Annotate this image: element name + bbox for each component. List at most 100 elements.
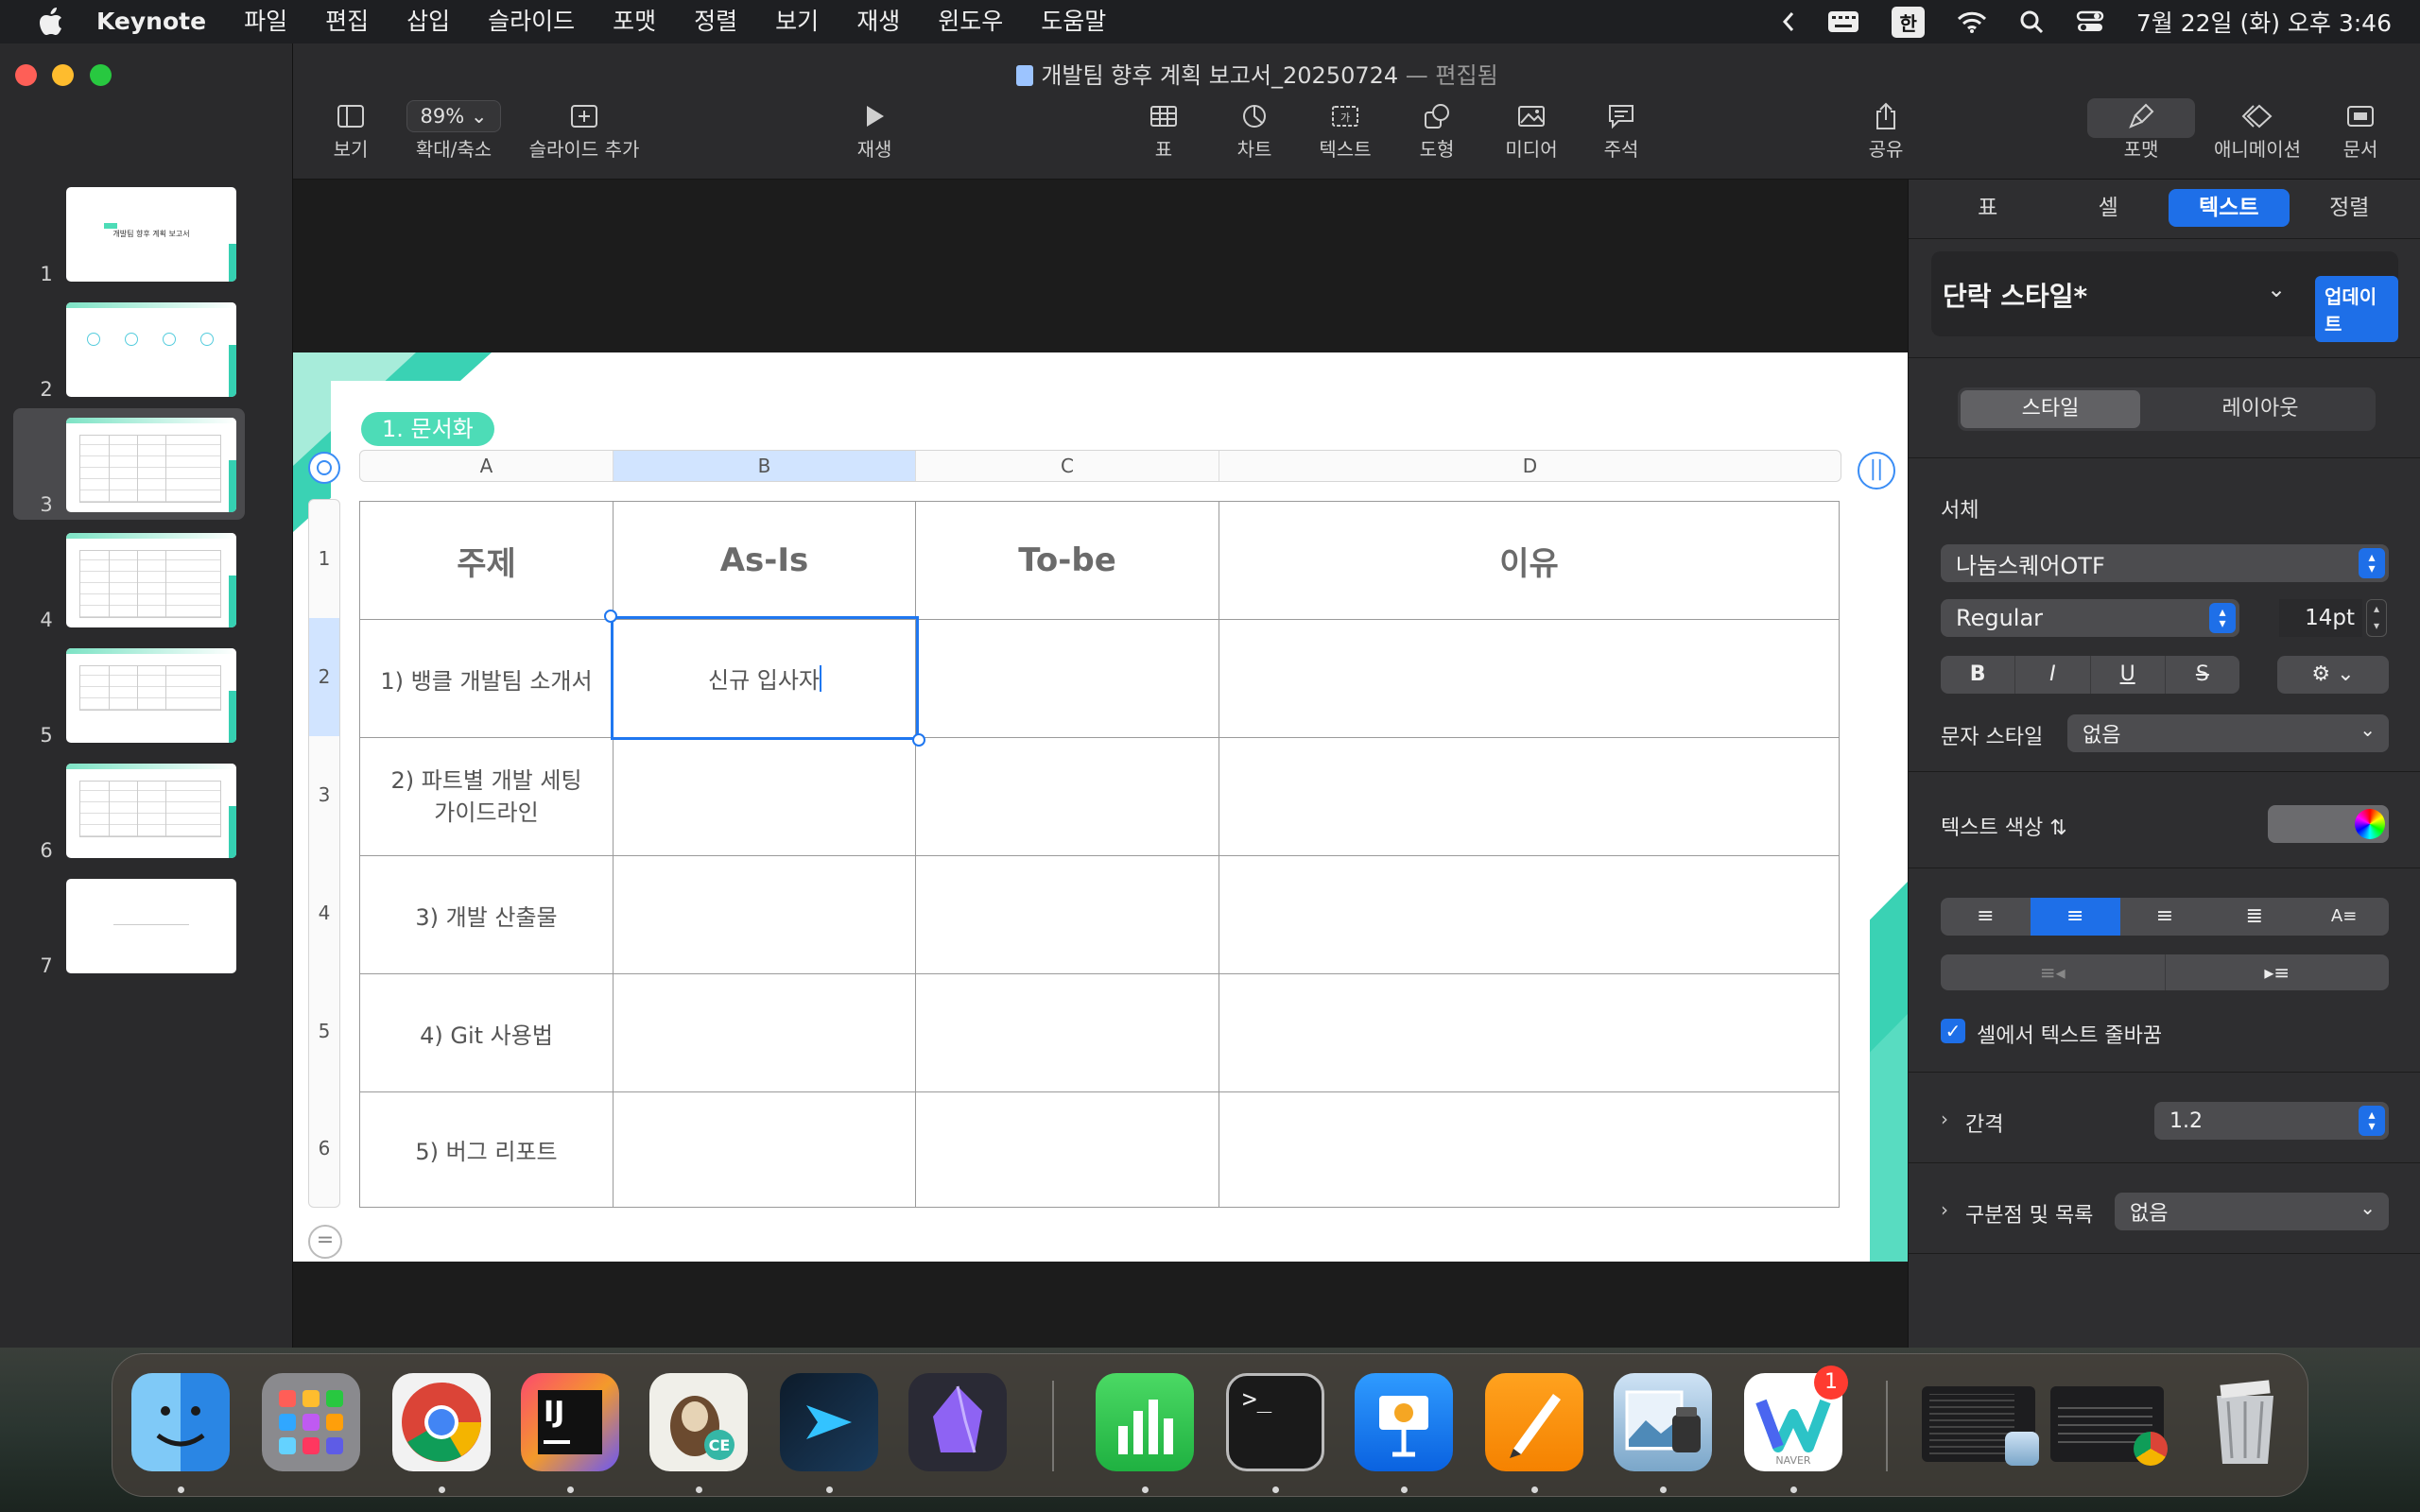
table-cell-a3[interactable]: 2) 파트별 개발 세팅 가이드라인 [360, 738, 613, 855]
xcode-cloud-icon[interactable] [780, 1373, 878, 1471]
menu-edit[interactable]: 편집 [306, 0, 388, 43]
terminal-icon[interactable]: >_ [1226, 1373, 1324, 1471]
header-cell-reason[interactable]: 이유 [1219, 502, 1839, 619]
slide-thumbnail-6[interactable]: 6 [13, 754, 245, 866]
bullets-label[interactable]: 구분점 및 목록 [1965, 1198, 2093, 1228]
italic-button[interactable]: I [2014, 656, 2089, 694]
align-left-icon[interactable]: ≡ [1941, 898, 2031, 936]
input-source-indicator[interactable]: 한 [1892, 6, 1925, 38]
numbers-icon[interactable] [1096, 1373, 1194, 1471]
tab-text[interactable]: 텍스트 [2169, 189, 2290, 227]
trash-icon[interactable] [2196, 1373, 2294, 1471]
chevron-right-icon[interactable]: › [1941, 1198, 1948, 1221]
chevron-left-icon[interactable] [1782, 10, 1795, 33]
column-header-a[interactable]: A [360, 451, 613, 481]
search-icon[interactable] [2019, 9, 2044, 34]
dbeaver-icon[interactable]: CE [649, 1373, 748, 1471]
control-center-icon[interactable] [2076, 9, 2104, 34]
naver-whale-icon[interactable]: NAVER 1 [1744, 1366, 1848, 1471]
menu-slide[interactable]: 슬라이드 [469, 0, 594, 43]
spacing-popup[interactable]: 1.2 ▴ ▾ [2154, 1102, 2389, 1140]
view-button[interactable]: 보기 [318, 98, 384, 166]
add-slide-button[interactable]: 슬라이드 추가 [518, 98, 650, 166]
zoom-button[interactable]: 89% ⌄ 확대/축소 [402, 98, 506, 166]
text-color-label[interactable]: 텍스트 색상 ⇅ [1941, 811, 2067, 841]
auto-align-icon[interactable]: A≡ [2299, 898, 2389, 936]
increase-indent-icon[interactable]: ▸≡ [2164, 954, 2390, 990]
wrap-text-checkbox[interactable]: ✓ [1941, 1019, 1965, 1043]
add-column-handle[interactable]: || [1858, 452, 1895, 490]
cell-text-b2[interactable]: 신규 입사자 [708, 662, 820, 695]
font-family-popup[interactable]: 나눔스퀘어OTF ▴ ▾ [1941, 544, 2389, 582]
pages-icon[interactable] [1485, 1373, 1583, 1471]
keyboard-icon[interactable] [1827, 10, 1859, 33]
table-cell-a4[interactable]: 3) 개발 산출물 [360, 856, 613, 973]
launchpad-icon[interactable] [262, 1373, 360, 1471]
table-cell-a5[interactable]: 4) Git 사용법 [360, 974, 613, 1091]
align-center-icon[interactable]: ≡ [2030, 898, 2120, 936]
comment-button[interactable]: 주석 [1588, 98, 1654, 166]
tab-table[interactable]: 표 [1927, 189, 2048, 227]
minimize-window-button[interactable] [52, 64, 74, 86]
menu-arrange[interactable]: 정렬 [675, 0, 756, 43]
menu-keynote[interactable]: Keynote [78, 0, 225, 43]
slide-thumbnail-1[interactable]: 1 개발팀 향후 계획 보고서 [13, 178, 245, 289]
table-select-handle[interactable] [308, 452, 340, 484]
character-style-popup[interactable]: 없음 ⌄ [2067, 714, 2389, 752]
row-header-1[interactable]: 1 [309, 500, 339, 618]
table-cell-a2[interactable]: 1) 뱅클 개발팀 소개서 [360, 620, 613, 737]
row-header-6[interactable]: 6 [309, 1091, 339, 1207]
animate-button[interactable]: 애니메이션 [2201, 98, 2314, 166]
menu-help[interactable]: 도움말 [1022, 0, 1125, 43]
font-size-stepper[interactable]: ▴ ▾ [2366, 599, 2387, 637]
document-button[interactable]: 문서 [2327, 98, 2394, 166]
align-right-icon[interactable]: ≡ [2120, 898, 2210, 936]
wifi-icon[interactable] [1957, 10, 1987, 33]
minimized-window-1[interactable] [1922, 1386, 2039, 1466]
tab-cell[interactable]: 셀 [2048, 189, 2169, 227]
slide-thumbnail-4[interactable]: 4 [13, 524, 245, 635]
menu-file[interactable]: 파일 [225, 0, 306, 43]
preview-icon[interactable] [1614, 1373, 1712, 1471]
bullets-popup[interactable]: 없음 ⌄ [2115, 1193, 2389, 1230]
tab-arrange[interactable]: 정렬 [2290, 189, 2411, 227]
minimized-window-2[interactable] [2050, 1386, 2168, 1466]
spacing-label[interactable]: 간격 [1965, 1108, 2003, 1138]
header-cell-to-be[interactable]: To-be [916, 502, 1219, 619]
text-button[interactable]: 가 텍스트 [1307, 98, 1383, 166]
table-button[interactable]: 표 [1135, 98, 1192, 166]
play-button[interactable]: 재생 [841, 98, 908, 166]
keynote-icon[interactable] [1355, 1373, 1453, 1471]
slide-thumbnail-7[interactable]: 7 [13, 869, 245, 981]
shape-button[interactable]: 도형 [1409, 98, 1465, 166]
font-weight-popup[interactable]: Regular ▴ ▾ [1941, 599, 2239, 637]
chevron-down-icon[interactable]: ⌄ [2267, 276, 2286, 302]
color-picker-icon[interactable] [2355, 809, 2385, 839]
table-cell-b2-selected[interactable]: 신규 입사자 [611, 616, 919, 740]
slide-thumbnail-5[interactable]: 5 [13, 639, 245, 750]
zoom-window-button[interactable] [90, 64, 112, 86]
column-header-b[interactable]: B [613, 451, 915, 481]
font-size-field[interactable]: 14pt [2279, 599, 2362, 637]
header-cell-topic[interactable]: 주제 [360, 502, 613, 619]
column-header-d[interactable]: D [1219, 451, 1841, 481]
strikethrough-button[interactable]: S [2164, 656, 2239, 694]
row-header-4[interactable]: 4 [309, 854, 339, 972]
share-button[interactable]: 공유 [1858, 98, 1914, 166]
paragraph-style-box[interactable]: 단락 스타일* ⌄ 업데이트 [1931, 251, 2398, 342]
intellij-icon[interactable]: IJ [521, 1373, 619, 1471]
chart-button[interactable]: 차트 [1226, 98, 1283, 166]
media-button[interactable]: 미디어 [1494, 98, 1569, 166]
menu-format[interactable]: 포맷 [594, 0, 675, 43]
obsidian-icon[interactable] [908, 1373, 1007, 1471]
underline-button[interactable]: U [2089, 656, 2165, 694]
menu-insert[interactable]: 삽입 [388, 0, 469, 43]
text-color-well[interactable] [2268, 805, 2389, 843]
slide-thumbnail-2[interactable]: 2 [13, 293, 245, 404]
menu-view[interactable]: 보기 [756, 0, 838, 43]
update-button[interactable]: 업데이트 [2315, 276, 2398, 342]
decrease-indent-icon[interactable]: ≡◂ [1941, 954, 2165, 990]
close-window-button[interactable] [15, 64, 37, 86]
selection-handle-bottom-right[interactable] [912, 733, 925, 747]
segment-layout[interactable]: 레이아웃 [2152, 390, 2369, 428]
